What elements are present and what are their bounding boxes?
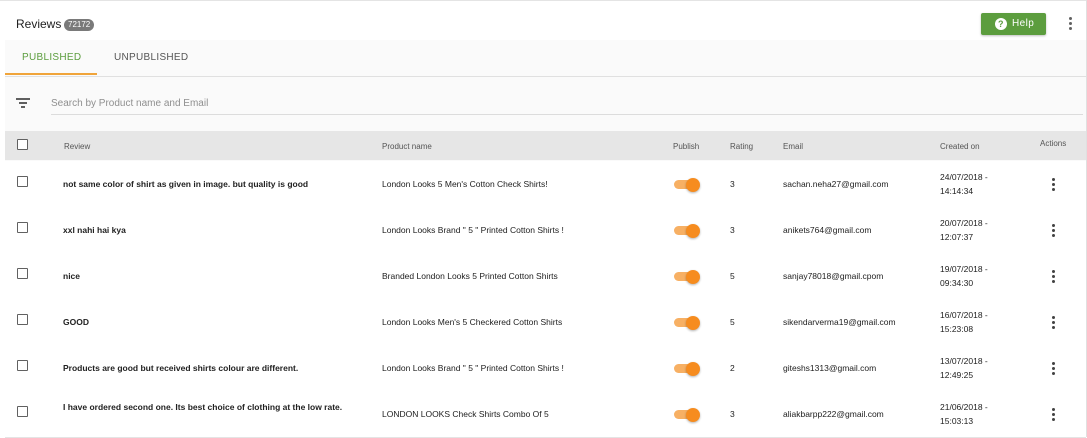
created-date: 20/07/2018 - [940, 218, 988, 228]
review-text: nice [63, 271, 81, 281]
created-time: 12:07:37 [940, 232, 974, 242]
column-header-created: Created on [940, 142, 980, 151]
created-time: 15:23:08 [940, 324, 974, 334]
table-header: Review Product name Publish Rating Email… [5, 131, 1086, 160]
review-text: I have ordered second one. Its best choi… [63, 402, 343, 412]
page-title: Reviews [16, 17, 62, 31]
product-name: London Looks Men's 5 Checkered Cotton Sh… [382, 317, 563, 327]
rating-value: 2 [730, 363, 735, 373]
column-header-publish: Publish [673, 142, 700, 151]
tab-unpublished[interactable]: UNPUBLISHED [114, 52, 188, 63]
email-value: sikendarverma19@gmail.com [783, 317, 896, 327]
search-input[interactable] [51, 92, 1083, 115]
table-row[interactable]: not same color of shirt as given in imag… [5, 161, 1086, 208]
review-text: xxl nahi hai kya [63, 225, 126, 235]
row-checkbox[interactable] [17, 176, 28, 187]
created-on: 16/07/2018 - 15:23:08 [940, 308, 1020, 336]
more-vert-icon[interactable] [1068, 17, 1072, 31]
created-date: 13/07/2018 - [940, 356, 988, 366]
review-count-badge: 72172 [64, 19, 95, 31]
review-text: not same color of shirt as given in imag… [63, 179, 309, 189]
table-row[interactable]: GOOD London Looks Men's 5 Checkered Cotto… [5, 299, 1086, 346]
publish-toggle[interactable] [674, 178, 700, 192]
table-row[interactable]: I have ordered second one. Its best choi… [5, 391, 1086, 438]
table-row[interactable]: Products are good but received shirts co… [5, 345, 1086, 392]
row-checkbox[interactable] [17, 314, 28, 325]
email-value: sanjay78018@gmail.cpom [783, 271, 884, 281]
column-header-rating: Rating [730, 142, 754, 151]
more-vert-icon[interactable] [1051, 270, 1055, 284]
filter-icon[interactable] [16, 98, 30, 108]
column-header-product: Product name [382, 142, 432, 151]
created-date: 19/07/2018 - [940, 264, 988, 274]
product-name: Branded London Looks 5 Printed Cotton Sh… [382, 271, 558, 281]
product-name: London Looks Brand " 5 " Printed Cotton … [382, 225, 564, 235]
more-vert-icon[interactable] [1051, 224, 1055, 238]
active-tab-indicator [5, 73, 97, 75]
product-name: London Looks Brand " 5 " Printed Cotton … [382, 363, 564, 373]
created-time: 15:03:13 [940, 416, 974, 426]
table-row[interactable]: xxl nahi hai kya London Looks Brand " 5 "… [5, 207, 1086, 254]
table-row[interactable]: nice Branded London Looks 5 Printed Cotto… [5, 253, 1086, 300]
review-text: Products are good but received shirts co… [63, 363, 299, 373]
tab-bar: PUBLISHED UNPUBLISHED [5, 40, 1086, 77]
more-vert-icon[interactable] [1051, 178, 1055, 192]
created-time: 09:34:30 [940, 278, 974, 288]
row-checkbox[interactable] [17, 406, 28, 417]
rating-value: 3 [730, 225, 735, 235]
email-value: sachan.neha27@gmail.com [783, 179, 889, 189]
row-checkbox[interactable] [17, 222, 28, 233]
publish-toggle[interactable] [674, 224, 700, 238]
created-date: 21/06/2018 - [940, 402, 988, 412]
page-header: Reviews 72172 ? Help [0, 1, 1087, 41]
product-name: London Looks 5 Men's Cotton Check Shirts… [382, 179, 548, 189]
rating-value: 5 [730, 271, 735, 281]
more-vert-icon[interactable] [1051, 362, 1055, 376]
created-on: 13/07/2018 - 12:49:25 [940, 354, 1020, 382]
more-vert-icon[interactable] [1051, 408, 1055, 422]
row-checkbox[interactable] [17, 268, 28, 279]
more-vert-icon[interactable] [1051, 316, 1055, 330]
email-value: aliakbarpp222@gmail.com [783, 409, 884, 419]
created-on: 21/06/2018 - 15:03:13 [940, 400, 1020, 428]
publish-toggle[interactable] [674, 362, 700, 376]
created-date: 24/07/2018 - [940, 172, 988, 182]
created-on: 19/07/2018 - 09:34:30 [940, 262, 1020, 290]
product-name: LONDON LOOKS Check Shirts Combo Of 5 [382, 409, 549, 419]
help-icon: ? [995, 18, 1007, 30]
select-all-checkbox[interactable] [17, 139, 28, 150]
column-header-email: Email [783, 142, 804, 151]
created-on: 20/07/2018 - 12:07:37 [940, 216, 1020, 244]
rating-value: 5 [730, 317, 735, 327]
review-text: GOOD [63, 317, 89, 327]
column-header-review: Review [64, 142, 91, 151]
created-date: 16/07/2018 - [940, 310, 988, 320]
help-button[interactable]: ? Help [981, 13, 1046, 35]
publish-toggle[interactable] [674, 316, 700, 330]
created-time: 12:49:25 [940, 370, 974, 380]
help-button-label: Help [1012, 18, 1035, 29]
column-header-actions: Actions [1040, 139, 1067, 148]
row-checkbox[interactable] [17, 360, 28, 371]
email-value: anikets764@gmail.com [783, 225, 872, 235]
rating-value: 3 [730, 179, 735, 189]
email-value: giteshs1313@gmail.com [783, 363, 877, 373]
publish-toggle[interactable] [674, 408, 700, 422]
created-on: 24/07/2018 - 14:14:34 [940, 170, 1020, 198]
created-time: 14:14:34 [940, 186, 974, 196]
publish-toggle[interactable] [674, 270, 700, 284]
tab-published[interactable]: PUBLISHED [22, 52, 81, 63]
reviews-panel: PUBLISHED UNPUBLISHED Review Product nam… [5, 40, 1086, 438]
rating-value: 3 [730, 409, 735, 419]
